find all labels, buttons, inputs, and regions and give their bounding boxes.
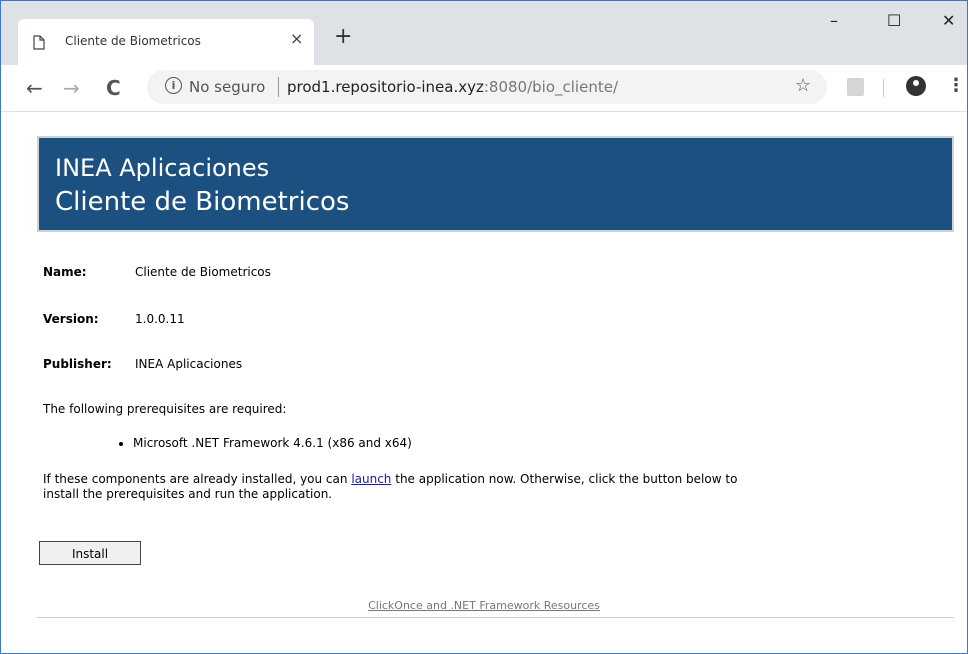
banner-app-name: Cliente de Biometricos — [55, 187, 350, 217]
new-tab-button[interactable]: + — [334, 25, 352, 49]
bullet-icon — [119, 441, 123, 446]
publisher-label: Publisher: — [43, 357, 112, 371]
info-icon[interactable]: i — [165, 77, 182, 94]
header-banner: INEA Aplicaciones Cliente de Biometricos — [37, 136, 954, 232]
prerequisites-intro: The following prerequisites are required… — [43, 402, 287, 416]
reload-button[interactable]: C — [106, 77, 121, 99]
instructions-text-before: If these components are already installe… — [43, 472, 352, 486]
pdf-extension-icon[interactable] — [847, 78, 864, 96]
prerequisite-item: Microsoft .NET Framework 4.6.1 (x86 and … — [119, 436, 412, 450]
version-value: 1.0.0.11 — [135, 312, 185, 326]
divider — [883, 79, 884, 97]
tab-cliente-biometricos[interactable]: Cliente de Biometricos × — [18, 19, 314, 65]
tab-title: Cliente de Biometricos — [65, 34, 201, 48]
page-content: INEA Aplicaciones Cliente de Biometricos… — [1, 112, 967, 653]
publisher-value: INEA Aplicaciones — [135, 357, 243, 371]
back-button[interactable]: ← — [26, 77, 43, 99]
page-icon — [33, 35, 45, 50]
resources-footer: ClickOnce and .NET Framework Resources — [1, 599, 967, 612]
banner-org: INEA Aplicaciones — [55, 154, 270, 182]
menu-icon[interactable]: ⋮ — [947, 76, 965, 96]
url-path: :8080/bio_cliente/ — [483, 78, 619, 96]
tab-strip: Cliente de Biometricos × + – ☐ ✕ — [1, 1, 967, 65]
close-window-button[interactable]: ✕ — [942, 11, 955, 30]
launch-link[interactable]: launch — [351, 472, 391, 486]
tab-close-icon[interactable]: × — [290, 29, 303, 48]
divider — [278, 77, 279, 97]
prerequisite-text: Microsoft .NET Framework 4.6.1 (x86 and … — [133, 436, 412, 450]
profile-avatar-icon[interactable] — [906, 76, 926, 96]
bookmark-star-icon[interactable]: ☆ — [795, 75, 811, 96]
maximize-button[interactable]: ☐ — [887, 11, 901, 30]
browser-window: Cliente de Biometricos × + – ☐ ✕ ← → C i… — [0, 0, 968, 654]
name-label: Name: — [43, 265, 87, 279]
security-label[interactable]: No seguro — [189, 78, 265, 96]
url-host: prod1.repositorio-inea.xyz — [287, 78, 484, 96]
name-value: Cliente de Biometricos — [135, 265, 271, 279]
address-bar[interactable]: i No seguro prod1.repositorio-inea.xyz:8… — [147, 70, 827, 104]
forward-button[interactable]: → — [63, 77, 80, 99]
resources-link[interactable]: ClickOnce and .NET Framework Resources — [368, 599, 600, 612]
url-text[interactable]: prod1.repositorio-inea.xyz:8080/bio_clie… — [287, 78, 618, 96]
minimize-button[interactable]: – — [830, 11, 838, 30]
footer-divider — [37, 617, 954, 618]
install-button[interactable]: Install — [39, 541, 141, 565]
browser-toolbar: ← → C i No seguro prod1.repositorio-inea… — [1, 65, 967, 112]
instructions-paragraph: If these components are already installe… — [43, 472, 743, 502]
version-label: Version: — [43, 312, 99, 326]
